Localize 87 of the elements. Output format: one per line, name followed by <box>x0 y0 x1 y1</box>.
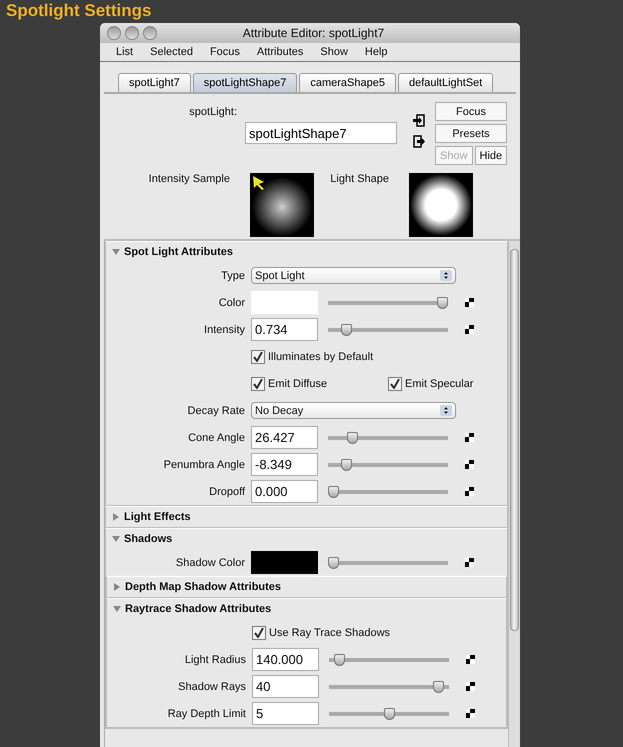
slider-thumb[interactable] <box>437 296 448 308</box>
window-control-icon[interactable] <box>125 26 139 40</box>
map-icon[interactable] <box>465 433 474 442</box>
slider-thumb[interactable] <box>346 432 358 444</box>
stepper-icon <box>440 270 452 281</box>
menu-item[interactable]: Selected <box>150 46 193 58</box>
check-icon <box>254 628 264 638</box>
map-icon[interactable] <box>466 709 475 718</box>
slider-thumb[interactable] <box>432 680 444 692</box>
slider-thumb[interactable] <box>341 324 352 336</box>
window-control-icon[interactable] <box>107 26 121 40</box>
light-shape-preview <box>409 173 473 237</box>
field-label: Decay Rate <box>186 404 246 416</box>
node-name-field[interactable]: spotLightShape7 <box>245 122 397 144</box>
field-label: Shadow Rays <box>177 680 247 692</box>
slider-thumb[interactable] <box>341 458 352 470</box>
field-label: Color <box>218 296 246 308</box>
check-icon <box>253 378 263 388</box>
tab[interactable]: spotLightShape7 <box>192 73 298 92</box>
section-header[interactable]: Raytrace Shadow Attributes <box>107 599 506 619</box>
button[interactable]: Focus <box>435 102 507 121</box>
section-header[interactable]: Spot Light Attributes <box>106 242 507 262</box>
checkbox[interactable]: Emit Specular <box>388 376 474 390</box>
number-field[interactable]: 0.734 <box>251 318 318 341</box>
menu-item[interactable]: Attributes <box>256 46 304 58</box>
window-control-icon[interactable] <box>143 26 157 40</box>
number-field[interactable]: 140.000 <box>252 648 319 671</box>
field-label: Shadow Color <box>174 556 246 568</box>
collapsed-triangle-icon[interactable] <box>112 513 120 521</box>
number-field[interactable]: 5 <box>252 702 319 725</box>
collapsed-triangle-icon[interactable] <box>113 583 121 591</box>
checkbox[interactable]: Emit Diffuse <box>251 376 388 390</box>
intensity-sample-preview <box>250 173 314 237</box>
button[interactable]: Presets <box>435 124 507 143</box>
field-label: Type <box>220 270 246 282</box>
dropdown[interactable]: No Decay <box>251 402 456 419</box>
field-label: Intensity <box>203 324 246 336</box>
checkbox[interactable]: Illuminates by Default <box>251 350 374 364</box>
menu-item[interactable]: Show <box>320 46 348 58</box>
output-connection-icon[interactable] <box>413 135 425 148</box>
map-icon[interactable] <box>466 655 475 664</box>
section-header[interactable]: Depth Map Shadow Attributes <box>107 577 506 597</box>
scrollbar-thumb[interactable] <box>510 249 519 631</box>
map-icon[interactable] <box>465 487 474 496</box>
menu-item[interactable]: Help <box>364 46 388 58</box>
sample-label: Light Shape <box>329 173 390 185</box>
stepper-icon <box>440 405 452 416</box>
map-icon[interactable] <box>465 460 474 469</box>
expanded-triangle-icon[interactable] <box>112 248 120 256</box>
window-title: Attribute Editor: spotLight7 <box>242 26 386 40</box>
number-field[interactable]: -8.349 <box>251 453 318 476</box>
map-icon[interactable] <box>465 298 474 307</box>
menu-item[interactable]: List <box>116 46 134 58</box>
slider-thumb[interactable] <box>328 486 339 498</box>
expanded-triangle-icon[interactable] <box>112 535 120 543</box>
tab[interactable]: cameraShape5 <box>299 73 396 92</box>
number-field[interactable]: 40 <box>252 675 319 698</box>
slider-thumb[interactable] <box>328 556 339 568</box>
field-label: Dropoff <box>208 486 246 498</box>
tab[interactable]: defaultLightSet <box>398 73 494 92</box>
slider-thumb[interactable] <box>384 708 394 720</box>
map-icon[interactable] <box>465 558 474 567</box>
number-field[interactable]: 0.000 <box>251 480 318 503</box>
section-header[interactable]: Light Effects <box>106 507 507 527</box>
field-label: Penumbra Angle <box>162 458 246 470</box>
field-label: Ray Depth Limit <box>166 708 247 720</box>
dropdown[interactable]: Spot Light <box>251 267 456 284</box>
scrollbar[interactable] <box>508 241 520 747</box>
slider-thumb[interactable] <box>334 654 346 666</box>
menu-item[interactable]: Focus <box>210 46 240 58</box>
tab[interactable]: spotLight7 <box>118 73 191 92</box>
color-swatch[interactable] <box>251 551 318 574</box>
expanded-triangle-icon[interactable] <box>113 605 121 613</box>
map-icon[interactable] <box>466 682 475 691</box>
check-icon <box>390 378 400 388</box>
sample-label: Intensity Sample <box>148 173 231 185</box>
node-label: spotLight: <box>188 105 238 120</box>
page-title: Spotlight Settings <box>5 0 152 22</box>
input-connection-icon[interactable] <box>413 114 425 127</box>
button[interactable]: Hide <box>474 146 508 165</box>
check-icon <box>253 352 263 362</box>
field-label: Cone Angle <box>187 432 246 444</box>
field-label: Light Radius <box>184 654 247 666</box>
section-header[interactable]: Shadows <box>106 529 507 549</box>
map-icon[interactable] <box>465 325 474 334</box>
number-field[interactable]: 26.427 <box>251 426 318 449</box>
checkbox[interactable]: Use Ray Trace Shadows <box>252 626 390 640</box>
